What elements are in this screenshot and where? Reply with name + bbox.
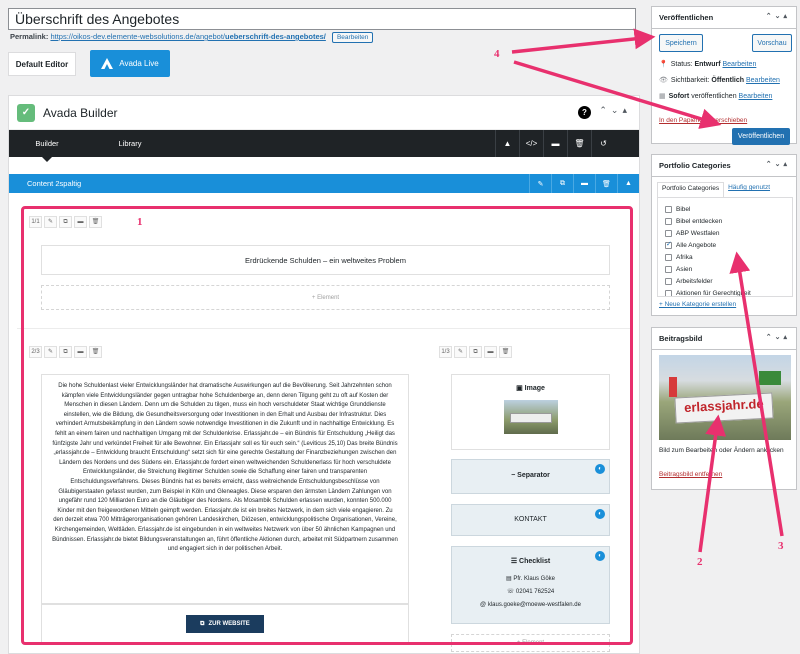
annotation-arrows — [511, 28, 784, 553]
arrow-to-publish — [513, 60, 722, 129]
wp-editor-screen: Überschrift des Angebotes Permalink: htt… — [0, 0, 800, 654]
arrow-to-save — [511, 28, 656, 54]
arrow-to-categories — [729, 251, 784, 537]
arrow-to-featured-image — [698, 414, 727, 553]
